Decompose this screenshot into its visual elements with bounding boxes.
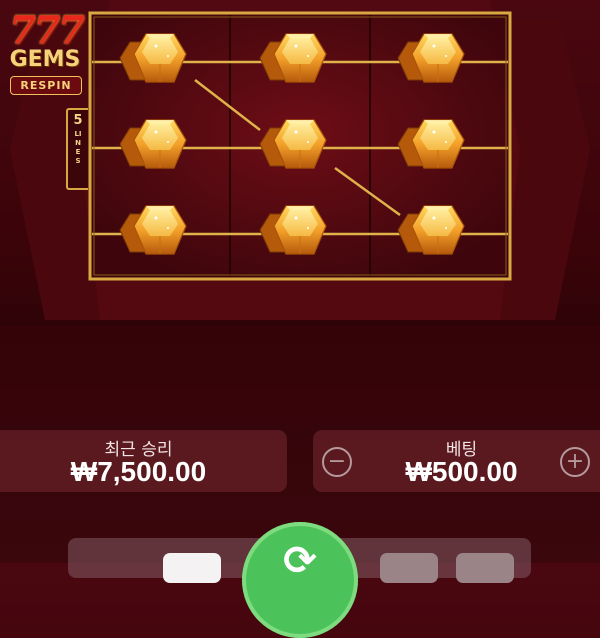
turbo-button[interactable] bbox=[380, 553, 438, 583]
minus-circle-icon[interactable]: − bbox=[322, 447, 352, 477]
game-logo: 777 GEMS RESPIN bbox=[4, 10, 86, 100]
logo-subtitle: RESPIN bbox=[10, 76, 82, 95]
bet-panel: 베팅 ₩500.00 bbox=[313, 430, 600, 492]
spin-button[interactable]: ⟳ bbox=[242, 522, 358, 638]
menu-button[interactable] bbox=[456, 553, 514, 583]
stage-floor bbox=[0, 325, 600, 425]
reel-column-3 bbox=[397, 33, 465, 255]
reel-column-2 bbox=[259, 33, 327, 255]
bet-value: ₩500.00 bbox=[405, 456, 518, 487]
last-win-panel: 최근 승리 ₩7,500.00 bbox=[0, 430, 287, 492]
logo-number: 777 bbox=[9, 7, 84, 52]
plus-circle-icon[interactable]: + bbox=[560, 447, 590, 477]
lines-badge: 5 LINES bbox=[66, 108, 88, 190]
lines-count: 5 bbox=[73, 113, 83, 128]
lines-label: LINES bbox=[74, 130, 82, 165]
autoplay-button[interactable] bbox=[163, 553, 221, 583]
last-win-value: ₩7,500.00 bbox=[70, 456, 207, 487]
logo-title: GEMS bbox=[9, 47, 81, 72]
reel-column-1 bbox=[119, 33, 187, 255]
refresh-arrows-icon: ⟳ bbox=[283, 538, 317, 584]
